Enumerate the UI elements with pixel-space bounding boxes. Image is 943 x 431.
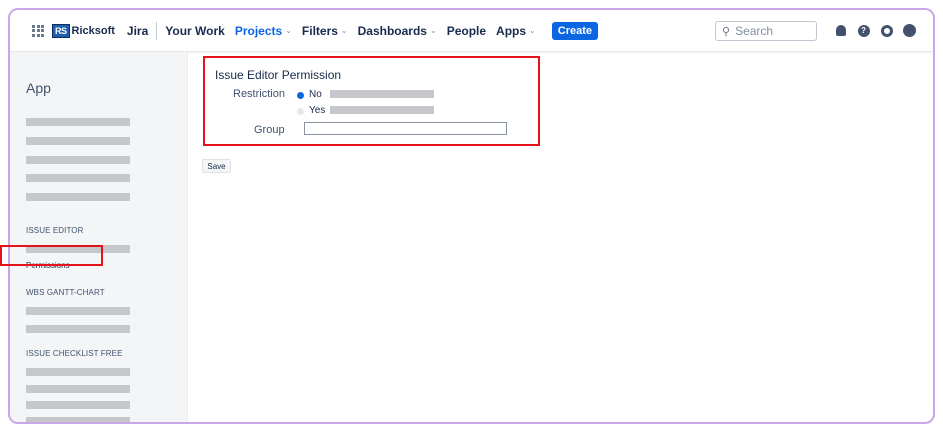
avatar[interactable] [903, 24, 916, 37]
sidebar-item-redacted[interactable] [26, 307, 130, 315]
nav-people[interactable]: People [447, 24, 486, 38]
chevron-down-icon: ⌄ [340, 26, 348, 35]
search-placeholder: Search [735, 24, 774, 38]
sidebar-item-redacted[interactable] [26, 174, 130, 182]
app-switcher-icon[interactable] [32, 24, 44, 37]
nav-your-work[interactable]: Your Work [165, 24, 225, 38]
restriction-yes-radio[interactable] [297, 108, 304, 115]
ricksoft-logo[interactable]: RS Ricksoft [52, 23, 115, 38]
logo-text: Ricksoft [71, 24, 115, 37]
sidebar-item-redacted[interactable] [26, 193, 130, 201]
sidebar-item-redacted[interactable] [26, 137, 130, 145]
sidebar-item-redacted[interactable] [26, 401, 130, 409]
save-button[interactable]: Save [202, 159, 231, 173]
nav-dashboards[interactable]: Dashboards ⌄ [358, 24, 437, 38]
chevron-down-icon: ⌄ [529, 26, 536, 35]
option-description-redacted [330, 106, 434, 114]
sidebar-item-redacted[interactable] [26, 325, 130, 333]
nav-divider [156, 21, 158, 40]
sidebar-item-redacted[interactable] [26, 417, 130, 422]
create-button[interactable]: Create [551, 21, 598, 40]
search-input[interactable]: ⚲ Search [715, 21, 817, 41]
permissions-highlight [0, 245, 103, 266]
restriction-no-label[interactable]: No [309, 89, 322, 100]
sidebar-section-wbs-gantt-chart: WBS GANTT-CHART [26, 288, 105, 297]
group-label: Group [254, 124, 285, 136]
chevron-down-icon: ⌄ [429, 26, 437, 35]
form-title: Issue Editor Permission [215, 68, 342, 82]
top-navigation: RS Ricksoft Jira Your Work Projects ⌄ Fi… [10, 10, 933, 52]
sidebar-section-issue-editor: ISSUE EDITOR [26, 226, 84, 235]
restriction-yes-label[interactable]: Yes [309, 105, 325, 116]
jira-brand[interactable]: Jira [127, 24, 148, 38]
help-icon[interactable]: ? [857, 24, 870, 37]
sidebar-title: App [26, 80, 51, 96]
sidebar-item-redacted[interactable] [26, 368, 130, 376]
notifications-icon[interactable] [834, 24, 847, 37]
nav-projects[interactable]: Projects ⌄ [235, 24, 292, 38]
search-icon: ⚲ [722, 25, 731, 38]
sidebar-item-redacted[interactable] [26, 118, 130, 126]
top-right-icons: ? [834, 24, 926, 37]
group-input[interactable] [304, 122, 507, 135]
sidebar-item-redacted[interactable] [26, 385, 130, 393]
nav-filters[interactable]: Filters ⌄ [302, 24, 348, 38]
chevron-down-icon: ⌄ [285, 26, 292, 35]
settings-icon[interactable] [880, 24, 893, 37]
nav-apps[interactable]: Apps ⌄ [496, 24, 536, 38]
logo-badge: RS [52, 23, 70, 38]
restriction-label: Restriction [233, 88, 285, 100]
sidebar-item-redacted[interactable] [26, 156, 130, 164]
option-description-redacted [330, 90, 434, 98]
restriction-no-radio[interactable] [297, 92, 304, 99]
sidebar-section-issue-checklist-free: ISSUE CHECKLIST FREE [26, 349, 123, 358]
sidebar: App ISSUE EDITOR Permissions WBS GANTT-C… [10, 52, 188, 422]
